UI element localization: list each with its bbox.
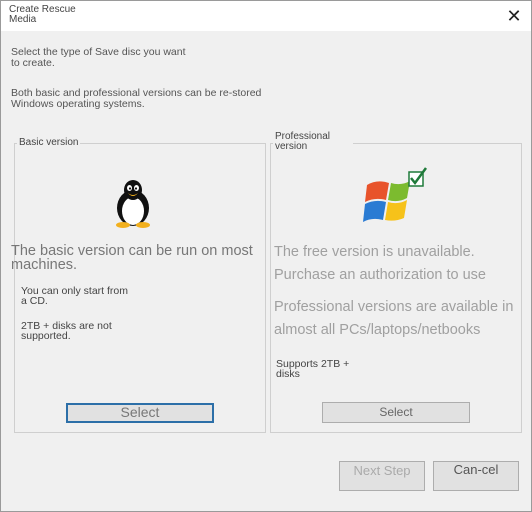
- professional-unavailable-text: The free version is unavailable. Purchas…: [274, 244, 486, 283]
- basic-select-button[interactable]: Select: [66, 403, 214, 423]
- professional-description: Professional versions are available in a…: [274, 299, 514, 338]
- rescue-media-dialog: Create Rescue Media ✕ Select the type of…: [0, 0, 532, 512]
- linux-penguin-icon: [116, 180, 150, 228]
- professional-group-label: Professional version: [273, 132, 353, 152]
- basic-group-label: Basic version: [17, 137, 81, 148]
- basic-description: The basic version can be run on most mac…: [11, 243, 253, 273]
- professional-disk-note: Supports 2TB + disks: [276, 358, 350, 380]
- title-bar: Create Rescue Media ✕: [1, 1, 531, 31]
- window-title: Create Rescue Media: [9, 4, 76, 25]
- windows-logo-checkmark-icon: [363, 167, 428, 222]
- next-step-button[interactable]: Next Step: [339, 461, 425, 491]
- cancel-button[interactable]: Can-cel: [433, 461, 519, 491]
- basic-disk-note: 2TB + disks are not supported.: [21, 320, 112, 342]
- intro-text: Select the type of Save disc you want to…: [11, 46, 186, 69]
- close-button[interactable]: ✕: [503, 5, 525, 27]
- close-icon: ✕: [506, 6, 522, 26]
- basic-cd-note: You can only start from a CD.: [21, 285, 128, 307]
- intro-subtext: Both basic and professional versions can…: [11, 87, 262, 110]
- professional-select-button[interactable]: Select: [322, 402, 470, 423]
